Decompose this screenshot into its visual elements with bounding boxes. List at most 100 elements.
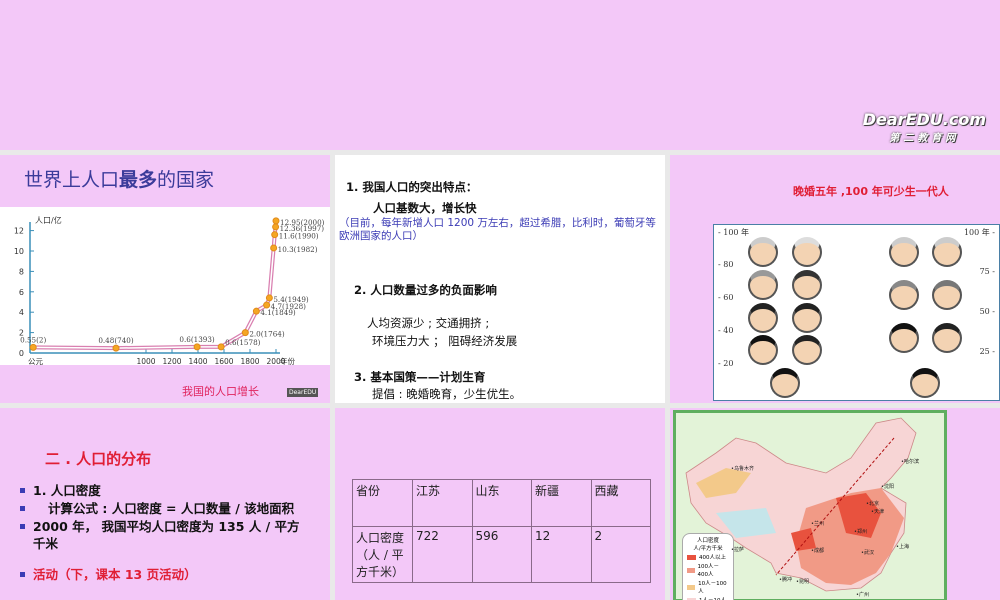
- x-tick-label: 1400: [188, 357, 207, 365]
- legend-label: 100人－400人: [697, 564, 720, 578]
- mini-logo: DearEDU: [287, 388, 319, 397]
- left-axis-label: - 60: [718, 293, 734, 302]
- slide-late-marriage[interactable]: 晚婚五年 ,100 年可少生一代人 - 100 年 - 80 - 60 - 40 - 2…: [670, 155, 1000, 403]
- right-axis-label: 75 -: [979, 267, 995, 276]
- x-origin-label: 公元: [28, 357, 43, 365]
- slide-density-map[interactable]: 人口密度 人/平方千米 400人以上 100人－400人 10人－100人1人－10…: [670, 408, 1000, 600]
- slide-population-distribution[interactable]: 二 . 人口的分布 1. 人口密度 计算公式 : 人口密度 = 人口数量 / 该…: [0, 408, 330, 600]
- slide-density-table[interactable]: 省份 江苏 山东 新疆 西藏 人口密度（人 / 平方千米） 722 596 12…: [335, 408, 665, 600]
- legend-label: 400人以上: [699, 555, 726, 561]
- series-line-outer: [33, 220, 278, 351]
- note: （目前，每年新增人口 1200 万左右，超过希腊，比利时，葡萄牙等欧洲国家的人口…: [339, 217, 656, 242]
- data-point: [272, 223, 280, 231]
- left-axis-label: - 80: [718, 260, 734, 269]
- data-label: 10.3(1982): [278, 245, 318, 254]
- right-axis-label: 100 年 -: [963, 228, 995, 237]
- header-cell: 江苏: [412, 479, 473, 527]
- heading-3-sub: 提倡 : 晚婚晚育，少生优生。: [372, 387, 522, 401]
- header-cell: 山东: [471, 479, 532, 527]
- heading-1: 1. 我国人口的突出特点：: [346, 180, 478, 194]
- right-axis-label: 50 -: [979, 307, 995, 316]
- legend-unit: 人/平方千米: [693, 546, 723, 552]
- face-illustration: [748, 303, 778, 333]
- data-point: [270, 244, 278, 252]
- data-point: [265, 294, 273, 302]
- legend-swatch: [687, 567, 695, 573]
- population-chart: 人口/亿 0 2 4 6 8 10 12 1000 1200 1400 1600 1800 2000 公元年…: [0, 207, 330, 366]
- header-cell: 新疆: [531, 479, 592, 527]
- city-label: •哈尔滨: [901, 459, 919, 465]
- x-axis-label: 年份: [280, 356, 295, 365]
- slide-title: 世界上人口最多的国家: [24, 169, 215, 191]
- data-point: [252, 307, 260, 315]
- city-label: •乌鲁木齐: [731, 466, 754, 472]
- data-point: [241, 329, 249, 337]
- legend-swatch: [687, 554, 696, 560]
- data-label: 0.55(2): [20, 335, 46, 344]
- data-point: [193, 343, 201, 351]
- legend-title: 人口密度: [696, 538, 719, 544]
- city-label: •北京: [866, 501, 879, 507]
- y-tick-label: 8: [19, 267, 24, 276]
- bullet-list: 1. 人口密度 计算公式 : 人口密度 = 人口数量 / 该地面积 2000 年…: [20, 482, 310, 584]
- city-label: •天津: [871, 509, 884, 515]
- data-label: 11.6(1990): [279, 232, 319, 241]
- right-axis-label: 25 -: [979, 347, 995, 356]
- x-tick-label: 1600: [214, 357, 233, 365]
- data-label: 0.48(740): [98, 336, 134, 345]
- china-density-map: 人口密度 人/平方千米 400人以上 100人－400人 10人－100人1人－10…: [673, 410, 947, 600]
- face-illustration: [770, 368, 800, 398]
- y-tick-label: 6: [19, 288, 24, 297]
- data-label: 0.6(1578): [225, 338, 261, 347]
- impact-line-1: 人均资源少 ; 交通拥挤 ;: [367, 316, 490, 330]
- face-illustration: [748, 335, 778, 365]
- heading-3: 3. 基本国策——计划生育: [354, 370, 486, 384]
- legend-label: 10人－100人: [698, 581, 727, 595]
- data-point: [272, 217, 280, 225]
- dearedu-logo: DearEDU.com 第二教育网: [862, 110, 986, 144]
- activity-item: 活动（下，课本 13 页活动）: [20, 566, 310, 583]
- x-tick-label: 1800: [240, 357, 259, 365]
- bullet-item: 1. 人口密度: [20, 482, 310, 499]
- city-label: •上海: [896, 544, 909, 550]
- bullet-item: 2000 年， 我国平均人口密度为 135 人 / 平方千米: [20, 518, 310, 552]
- data-label: 0.6(1393): [179, 335, 215, 344]
- legend-label: 1人－10人: [699, 596, 726, 600]
- header-cell: 西藏: [590, 479, 651, 527]
- data-point: [217, 343, 225, 351]
- map-legend: 人口密度 人/平方千米 400人以上 100人－400人 10人－100人1人－10…: [682, 533, 734, 600]
- header-cell: 省份: [352, 479, 413, 527]
- face-illustration: [889, 237, 919, 267]
- impact-line-2: 环境压力大 ； 阻碍经济发展: [372, 334, 518, 348]
- title-banner: DearEDU.com 第二教育网: [0, 0, 1000, 150]
- slide-population-features[interactable]: 1. 我国人口的突出特点： 人口基数大，增长快 （目前，每年新增人口 1200 …: [335, 155, 665, 403]
- x-tick-label: 1200: [162, 357, 181, 365]
- city-label: •昆明: [796, 579, 809, 585]
- city-label: •郑州: [854, 529, 867, 535]
- x-tick-label: 1000: [136, 357, 155, 365]
- y-tick-label: 4: [19, 308, 24, 317]
- data-label: 5.4(1949): [273, 295, 309, 304]
- slide-population-growth[interactable]: 世界上人口最多的国家 人口/亿 0 2 4 6 8 10 12 1000 1200 1400 1600…: [0, 155, 330, 403]
- data-point: [29, 343, 37, 351]
- y-tick-label: 0: [19, 349, 24, 358]
- data-label: 2.0(1764): [249, 330, 285, 339]
- face-illustration: [748, 237, 778, 267]
- slide-title: 晚婚五年 ,100 年可少生一代人: [793, 185, 949, 198]
- left-axis-label: - 20: [718, 359, 734, 368]
- data-point: [263, 301, 271, 309]
- y-tick-label: 10: [14, 247, 24, 256]
- city-label: •腾冲: [779, 577, 792, 583]
- face-illustration: [889, 280, 919, 310]
- city-label: •广州: [856, 592, 869, 598]
- row-label: 人口密度（人 / 平方千米）: [352, 526, 413, 583]
- city-label: •兰州: [811, 521, 824, 527]
- value-cell: 722: [412, 526, 473, 583]
- legend-item: 400人以上: [687, 553, 729, 561]
- left-axis-label: - 100 年: [718, 228, 750, 237]
- y-axis-label: 人口/亿: [35, 215, 62, 225]
- section-heading: 二 . 人口的分布: [45, 450, 152, 468]
- face-illustration: [792, 335, 822, 365]
- legend-item: 100人－400人: [687, 562, 729, 578]
- data-point: [271, 231, 279, 239]
